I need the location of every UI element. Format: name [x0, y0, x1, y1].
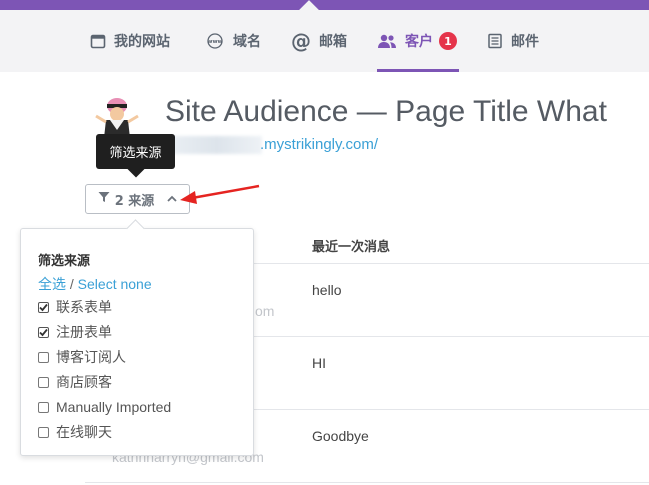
table-row-message: Goodbye	[312, 428, 369, 444]
site-url-link[interactable]: .mystrikingly.com/	[260, 136, 378, 153]
filter-sources-button[interactable]: 2 来源	[85, 184, 190, 214]
dropdown-title: 筛选来源	[38, 254, 91, 269]
users-icon	[377, 33, 397, 49]
nav-item-label: 邮件	[511, 34, 539, 50]
source-option-manually-imported[interactable]: Manually Imported	[38, 397, 171, 417]
table-divider	[252, 263, 649, 264]
nav-item-label: 我的网站	[114, 34, 170, 50]
checkbox-unchecked-icon[interactable]	[38, 351, 49, 363]
selection-links: 全选 / Select none	[38, 274, 152, 294]
option-label: 博客订阅人	[56, 349, 126, 365]
nav-item-label: 客户	[405, 34, 433, 50]
page-title: Site Audience — Page Title What	[165, 95, 607, 128]
option-label: 联系表单	[56, 299, 112, 315]
calendar-icon	[90, 33, 106, 49]
table-row-message: HI	[312, 355, 326, 371]
top-accent-bar	[0, 0, 649, 10]
source-option-blog-subscribers[interactable]: 博客订阅人	[38, 347, 126, 367]
nav-item-label: 域名	[233, 34, 261, 50]
table-row-email: om	[255, 303, 275, 319]
checkbox-checked-icon[interactable]	[38, 301, 49, 313]
nav-item-newsletter[interactable]: 邮件	[487, 10, 539, 72]
source-option-store-customers[interactable]: 商店顾客	[38, 372, 112, 392]
nav-item-my-sites[interactable]: 我的网站	[90, 10, 170, 72]
source-option-live-chat[interactable]: 在线聊天	[38, 422, 112, 442]
filter-button-label: 2 来源	[114, 193, 155, 209]
option-label: 注册表单	[56, 324, 112, 340]
table-row-message: hello	[312, 282, 342, 298]
checkbox-unchecked-icon[interactable]	[38, 426, 49, 438]
checkbox-unchecked-icon[interactable]	[38, 376, 49, 388]
table-divider	[252, 409, 649, 410]
chevron-up-icon	[167, 192, 177, 207]
select-none-link[interactable]: Select none	[78, 276, 152, 292]
main-nav: 我的网站 www 域名 @ 邮箱 客户 1 邮件	[0, 10, 649, 72]
nav-item-email[interactable]: @ 邮箱	[291, 10, 347, 72]
www-icon: www	[205, 33, 225, 49]
nav-item-domains[interactable]: www 域名	[205, 10, 261, 72]
table-divider	[252, 336, 649, 337]
select-all-link[interactable]: 全选	[38, 276, 66, 292]
nav-item-customers[interactable]: 客户 1	[377, 10, 459, 72]
nav-item-label: 邮箱	[319, 34, 347, 50]
source-option-signup-form[interactable]: 注册表单	[38, 322, 112, 342]
option-label: 在线聊天	[56, 424, 112, 440]
svg-text:www: www	[207, 39, 222, 45]
option-label: 商店顾客	[56, 374, 112, 390]
blurred-url-prefix	[172, 136, 262, 154]
filter-tooltip: 筛选来源	[96, 134, 175, 169]
filter-icon	[98, 191, 110, 207]
checkbox-checked-icon[interactable]	[38, 326, 49, 338]
option-label: Manually Imported	[56, 399, 172, 415]
link-separator: /	[69, 276, 74, 292]
source-option-contact-form[interactable]: 联系表单	[38, 297, 112, 317]
filter-sources-dropdown: 筛选来源 全选 / Select none 联系表单 注册表单 博客订阅人 商店…	[20, 228, 254, 456]
checkbox-unchecked-icon[interactable]	[38, 401, 49, 413]
notification-badge: 1	[439, 32, 457, 50]
table-divider	[85, 482, 649, 483]
annotation-arrow-icon	[180, 184, 260, 204]
at-icon: @	[291, 29, 311, 53]
last-message-column-header: 最近一次消息	[312, 240, 391, 255]
newsletter-icon	[487, 33, 503, 49]
